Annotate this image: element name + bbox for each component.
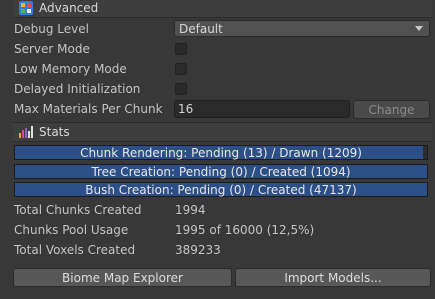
voxel-plugin-icon <box>19 1 33 15</box>
chunk-rendering-progress-label: Chunk Rendering: Pending (13) / Drawn (1… <box>80 145 362 160</box>
stats-section-header[interactable]: Stats <box>13 122 432 142</box>
max-materials-value: 16 <box>178 102 194 116</box>
delayed-initialization-label: Delayed Initialization <box>14 82 141 96</box>
server-mode-label: Server Mode <box>14 42 90 56</box>
advanced-section-header[interactable]: Advanced <box>13 0 432 18</box>
tree-creation-progress-bar: Tree Creation: Pending (0) / Created (10… <box>14 164 428 179</box>
total-voxels-label: Total Voxels Created <box>14 243 136 257</box>
tree-creation-progress-label: Tree Creation: Pending (0) / Created (10… <box>91 164 351 179</box>
bar-chart-icon <box>19 126 33 138</box>
debug-level-value: Default <box>179 21 223 36</box>
bush-creation-progress-bar: Bush Creation: Pending (0) / Created (47… <box>14 182 428 197</box>
chunks-pool-label: Chunks Pool Usage <box>14 223 129 237</box>
chunk-rendering-progress-bar: Chunk Rendering: Pending (13) / Drawn (1… <box>14 145 428 160</box>
low-memory-mode-checkbox[interactable] <box>175 63 187 75</box>
max-materials-label: Max Materials Per Chunk <box>14 102 163 116</box>
debug-level-label: Debug Level <box>14 22 89 36</box>
chevron-down-icon <box>415 26 423 31</box>
bush-creation-progress-label: Bush Creation: Pending (0) / Created (47… <box>85 182 357 197</box>
biome-map-explorer-button[interactable]: Biome Map Explorer <box>13 268 232 287</box>
total-chunks-label: Total Chunks Created <box>14 203 142 217</box>
import-models-button[interactable]: Import Models... <box>235 268 431 287</box>
change-button[interactable]: Change <box>353 100 430 119</box>
total-voxels-value: 389233 <box>175 243 221 257</box>
delayed-initialization-checkbox[interactable] <box>175 83 187 95</box>
chunks-pool-value: 1995 of 16000 (12,5%) <box>175 223 315 237</box>
max-materials-field[interactable]: 16 <box>174 100 350 118</box>
debug-level-dropdown[interactable]: Default <box>174 20 430 37</box>
total-chunks-value: 1994 <box>175 203 206 217</box>
stats-section-title: Stats <box>39 125 70 139</box>
server-mode-checkbox[interactable] <box>175 43 187 55</box>
advanced-section-title: Advanced <box>39 1 99 15</box>
low-memory-mode-label: Low Memory Mode <box>14 62 127 76</box>
